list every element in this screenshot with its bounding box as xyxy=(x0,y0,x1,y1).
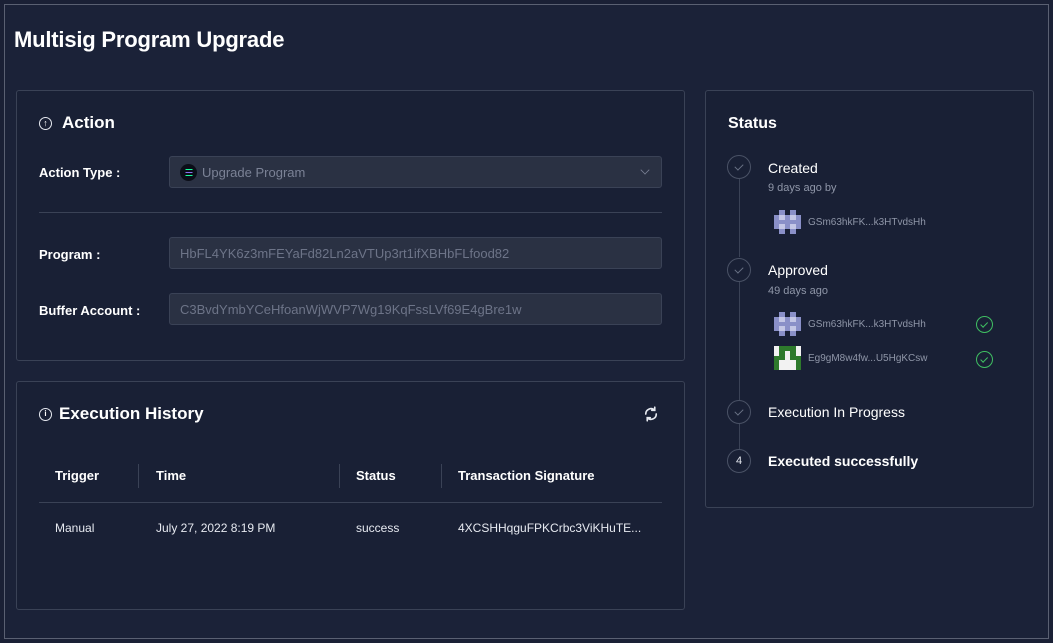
divider xyxy=(39,212,662,213)
step-created-sub: 9 days ago by xyxy=(768,182,837,194)
program-field[interactable]: HbFL4YK6z3mFEYaFd82Ln2aVTUp3rt1ifXBHbFLf… xyxy=(169,237,662,269)
app-frame: Multisig Program Upgrade ↑ Action Action… xyxy=(4,4,1049,639)
step-executed-icon: 4 xyxy=(727,449,751,473)
cell-trigger: Manual xyxy=(55,521,95,535)
column-header-time[interactable]: Time xyxy=(156,468,186,483)
creator-address: GSm63hkFK...k3HTvdsHh xyxy=(808,216,926,228)
column-header-status[interactable]: Status xyxy=(356,468,396,483)
check-icon xyxy=(734,405,744,416)
chevron-down-icon xyxy=(640,165,650,175)
refresh-icon[interactable] xyxy=(642,405,660,423)
column-separator xyxy=(138,464,139,488)
timeline-connector xyxy=(739,282,740,400)
execution-history-card: i Execution History Trigger Time Status … xyxy=(16,381,685,610)
step-approved-label: Approved xyxy=(768,262,828,278)
step-created-label: Created xyxy=(768,160,818,176)
info-icon: i xyxy=(39,407,52,421)
action-type-select[interactable]: Upgrade Program xyxy=(169,156,662,188)
avatar xyxy=(774,312,801,336)
action-card: ↑ Action Action Type : Upgrade Program P… xyxy=(16,90,685,361)
column-separator xyxy=(339,464,340,488)
approver-address: GSm63hkFK...k3HTvdsHh xyxy=(808,318,926,330)
history-card-title: Execution History xyxy=(59,404,204,423)
cell-time: July 27, 2022 8:19 PM xyxy=(156,521,276,535)
buffer-account-label: Buffer Account : xyxy=(39,303,141,318)
approver-signer: GSm63hkFK...k3HTvdsHh xyxy=(774,312,926,336)
step-number: 4 xyxy=(735,455,743,467)
step-executed-label: Executed successfully xyxy=(768,453,919,469)
status-title: Status xyxy=(728,115,777,132)
step-execution-label: Execution In Progress xyxy=(768,404,905,420)
table-header-divider xyxy=(39,502,662,503)
cell-signature[interactable]: 4XCSHHqguFPKCrbc3ViKHuTE... xyxy=(458,521,641,535)
status-card: Status Created 9 days ago by GSm63hkFK..… xyxy=(705,90,1034,508)
avatar xyxy=(774,210,801,234)
circle-arrow-up-icon: ↑ xyxy=(39,116,52,130)
solana-logo-icon xyxy=(180,163,197,181)
check-icon xyxy=(734,160,744,171)
avatar xyxy=(774,346,801,370)
action-card-header: ↑ Action xyxy=(39,113,115,133)
column-separator xyxy=(441,464,442,488)
timeline-connector xyxy=(739,424,740,449)
timeline-connector xyxy=(739,179,740,257)
creator-signer: GSm63hkFK...k3HTvdsHh xyxy=(774,210,926,234)
check-icon xyxy=(734,263,744,274)
step-approved-icon xyxy=(727,258,751,282)
approver-address: Eg9gM8w4fw...U5HgKCsw xyxy=(808,352,928,364)
column-header-trigger[interactable]: Trigger xyxy=(55,468,99,483)
buffer-account-field[interactable]: C3BvdYmbYCeHfoanWjWVP7Wg19KqFssLVf69E4gB… xyxy=(169,293,662,325)
history-card-header: i Execution History xyxy=(39,404,204,424)
action-card-title: Action xyxy=(62,113,115,132)
approved-check-icon xyxy=(976,316,993,333)
step-execution-icon xyxy=(727,400,751,424)
step-created-icon xyxy=(727,155,751,179)
action-type-value: Upgrade Program xyxy=(202,164,306,180)
program-label: Program : xyxy=(39,247,101,262)
column-header-signature[interactable]: Transaction Signature xyxy=(458,468,595,483)
approved-check-icon xyxy=(976,351,993,368)
action-type-label: Action Type : xyxy=(39,165,121,180)
page-title: Multisig Program Upgrade xyxy=(14,27,285,52)
approver-signer: Eg9gM8w4fw...U5HgKCsw xyxy=(774,346,928,370)
cell-status: success xyxy=(356,521,400,535)
step-approved-sub: 49 days ago xyxy=(768,285,828,297)
